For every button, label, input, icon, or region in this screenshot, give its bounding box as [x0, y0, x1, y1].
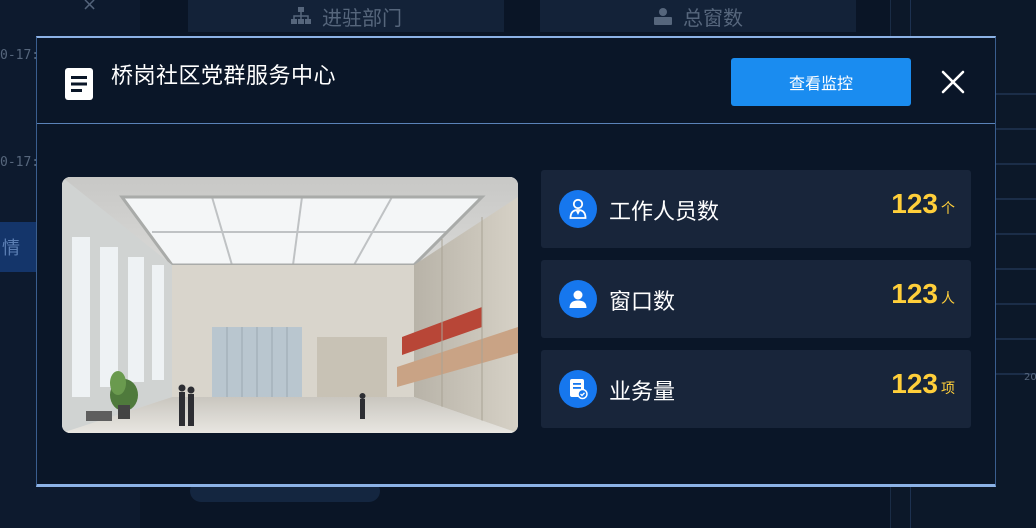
- background-side-tab-label: 情: [2, 238, 20, 259]
- background-axis-number: 20: [1024, 372, 1036, 383]
- stat-value: 123 项: [891, 368, 955, 400]
- stat-unit: 项: [941, 381, 955, 397]
- window-counter-icon: [654, 8, 672, 25]
- background-tab-windows: 总窗数: [540, 0, 856, 32]
- stat-label: 工作人员数: [609, 200, 720, 225]
- background-grid-lines: [996, 60, 1036, 390]
- stat-value: 123 人: [891, 278, 955, 310]
- close-icon[interactable]: [939, 68, 967, 96]
- org-chart-icon: [291, 7, 311, 24]
- background-tab-departments-label: 进驻部门: [322, 5, 402, 30]
- background-close-icon: ×: [82, 0, 98, 15]
- service-center-modal: 桥岗社区党群服务中心 查看监控 工作人员数 123 个 窗口数 123 人 业务…: [36, 36, 996, 487]
- stat-number: 123: [891, 188, 938, 219]
- stat-number: 123: [891, 278, 938, 309]
- view-monitor-button[interactable]: 查看监控: [731, 58, 911, 106]
- stat-card-staff: 工作人员数 123 个: [541, 170, 971, 248]
- background-tab-windows-label: 总窗数: [683, 5, 743, 30]
- stat-unit: 个: [941, 201, 955, 217]
- stat-label: 窗口数: [609, 290, 676, 315]
- background-side-tab: 情: [0, 222, 36, 272]
- user-icon: [559, 280, 597, 318]
- background-tab-departments: 进驻部门: [188, 0, 504, 32]
- staff-icon: [559, 190, 597, 228]
- stat-value: 123 个: [891, 188, 955, 220]
- modal-header: 桥岗社区党群服务中心 查看监控: [37, 38, 995, 124]
- stat-unit: 人: [941, 291, 955, 307]
- stat-label: 业务量: [609, 380, 676, 405]
- stat-card-business: 业务量 123 项: [541, 350, 971, 428]
- document-icon: [65, 68, 93, 100]
- stat-number: 123: [891, 368, 938, 399]
- stat-card-windows: 窗口数 123 人: [541, 260, 971, 338]
- business-doc-icon: [559, 370, 597, 408]
- service-center-photo: [62, 177, 518, 433]
- modal-title: 桥岗社区党群服务中心: [111, 64, 337, 89]
- lobby-illustration: [62, 177, 518, 433]
